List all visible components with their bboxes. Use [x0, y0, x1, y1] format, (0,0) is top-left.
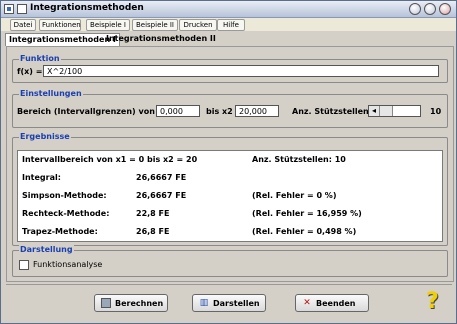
result-error: (Rel. Fehler = 16,959 %) [252, 209, 362, 218]
ergebnisse-group-label: Ergebnisse [19, 132, 71, 141]
menu-beispiele-2[interactable]: Beispiele II [132, 19, 178, 31]
tab-integrationsmethoden-2[interactable]: Integrationsmethoden II [103, 33, 219, 45]
calculator-icon [101, 298, 111, 308]
slider-left-arrow-icon[interactable]: ◂ [369, 106, 380, 116]
result-error: (Rel. Fehler = 0,498 %) [252, 227, 357, 236]
results-box: Intervallbereich von x1 = 0 bis x2 = 20 … [17, 150, 443, 242]
funktionsanalyse-label: Funktionsanalyse [33, 260, 103, 269]
result-name: Integral: [22, 173, 61, 182]
darstellung-group-label: Darstellung [19, 245, 74, 254]
slider-thumb[interactable] [380, 106, 393, 116]
x2-input[interactable]: 20,000 [235, 105, 279, 117]
chart-icon: ▥ [199, 298, 209, 308]
berechnen-label: Berechnen [115, 299, 164, 308]
result-value: 26,6667 FE [136, 173, 187, 182]
menu-hilfe[interactable]: Hilfe [217, 19, 245, 31]
ergebnisse-group: Ergebnisse Intervallbereich von x1 = 0 b… [12, 132, 448, 246]
menu-datei[interactable]: Datei [10, 19, 36, 31]
result-value: 26,6667 FE [136, 191, 187, 200]
stuetzstellen-slider[interactable]: ◂ [368, 105, 421, 117]
menu-drucken[interactable]: Drucken [179, 19, 217, 31]
darstellen-label: Darstellen [213, 299, 260, 308]
bereich-label: Bereich (Intervallgrenzen) von x1 = [17, 107, 178, 116]
beenden-button[interactable]: ✕ Beenden [295, 294, 369, 312]
berechnen-button[interactable]: Berechnen [94, 294, 168, 312]
menu-funktionen[interactable]: Funktionen [39, 19, 81, 31]
stuetzstellen-value: 10 [430, 107, 442, 116]
result-value: 22,8 FE [136, 209, 170, 218]
result-error: (Rel. Fehler = 0 %) [252, 191, 337, 200]
menu-beispiele-1[interactable]: Beispiele I [86, 19, 130, 31]
anz-stuetzstellen-text: Anz. Stützstellen: 10 [252, 155, 346, 164]
result-name: Rechteck-Methode: [22, 209, 110, 218]
title-bar: Integrationsmethoden [1, 1, 456, 18]
funktionsanalyse-checkbox[interactable] [19, 260, 29, 270]
intervall-text: Intervallbereich von x1 = 0 bis x2 = 20 [22, 155, 198, 164]
darstellen-button[interactable]: ▥ Darstellen [192, 294, 266, 312]
result-value: 26,8 FE [136, 227, 170, 236]
window-title: Integrationsmethoden [30, 3, 144, 13]
beenden-label: Beenden [316, 299, 356, 308]
funktion-group-label: Funktion [19, 54, 61, 63]
x1-input[interactable]: 0,000 [156, 105, 200, 117]
tab-bar: Integrationsmethoden I Integrationsmetho… [5, 33, 453, 46]
close-button[interactable] [439, 3, 451, 15]
einstellungen-group-label: Einstellungen [19, 89, 83, 98]
app-icon [4, 4, 14, 14]
app-window: Integrationsmethoden Datei Funktionen Be… [0, 0, 457, 324]
footer-bar: Berechnen ▥ Darstellen ✕ Beenden ? [6, 284, 452, 321]
close-x-icon: ✕ [303, 298, 311, 308]
stuetzstellen-label: Anz. Stützstellen: [292, 107, 372, 116]
help-icon[interactable]: ? [426, 290, 446, 314]
darstellung-group: Darstellung Funktionsanalyse [12, 245, 448, 277]
main-panel: Funktion f(x) = X^2/100 Einstellungen Be… [6, 46, 454, 282]
funktion-label: f(x) = [17, 67, 43, 76]
funktion-group: Funktion f(x) = X^2/100 [12, 54, 448, 83]
result-name: Trapez-Methode: [22, 227, 98, 236]
funktion-input[interactable]: X^2/100 [43, 65, 439, 77]
menu-bar: Datei Funktionen Beispiele I Beispiele I… [1, 18, 456, 31]
maximize-button[interactable] [424, 3, 436, 15]
minimize-button[interactable] [409, 3, 421, 15]
result-name: Simpson-Methode: [22, 191, 107, 200]
system-menu-icon[interactable] [17, 4, 27, 14]
einstellungen-group: Einstellungen Bereich (Intervallgrenzen)… [12, 89, 448, 128]
